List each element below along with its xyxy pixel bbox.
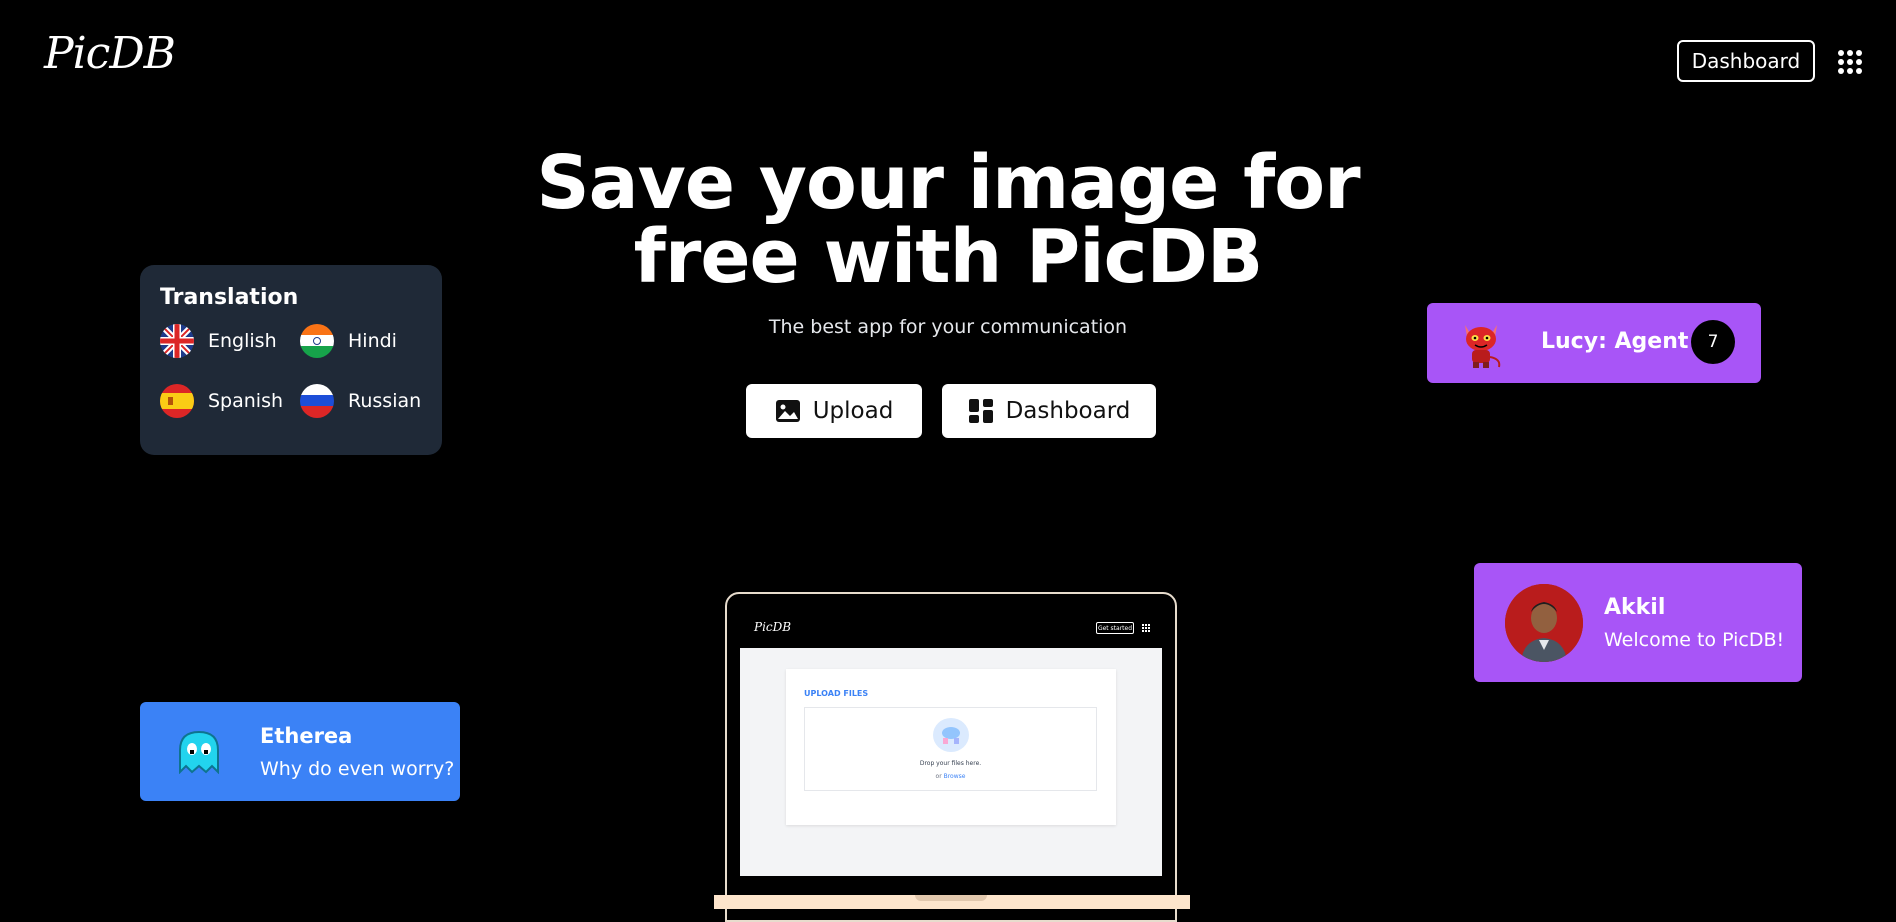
akkil-avatar — [1505, 584, 1583, 662]
preview-browse: or Browse — [805, 773, 1096, 780]
preview-browse-link: Browse — [943, 773, 966, 780]
uk-flag-icon — [160, 324, 194, 358]
laptop-notch — [915, 895, 987, 901]
language-hindi[interactable]: Hindi — [300, 324, 430, 358]
laptop-preview: PicDB Get started UPLOAD FILES Drop your… — [725, 592, 1177, 922]
etherea-message-card[interactable]: Etherea Why do even worry? — [140, 702, 460, 801]
language-label: English — [208, 330, 277, 352]
preview-dropzone: Drop your files here. or Browse — [804, 707, 1097, 791]
ghost-avatar-icon — [179, 730, 219, 774]
preview-drop-text: Drop your files here. — [919, 760, 982, 767]
lucy-agent-card[interactable]: Lucy: Agent 7 — [1427, 303, 1761, 383]
upload-button-label: Upload — [812, 398, 894, 424]
preview-get-started-button: Get started — [1096, 622, 1134, 634]
upload-cloud-icon — [933, 718, 969, 752]
preview-grid-icon — [1142, 624, 1150, 632]
language-label: Spanish — [208, 390, 284, 412]
preview-upload-card: UPLOAD FILES Drop your files here. or Br… — [786, 669, 1116, 825]
etherea-message: Why do even worry? — [260, 758, 455, 780]
language-spanish[interactable]: Spanish — [160, 384, 300, 418]
akkil-message: Welcome to PicDB! — [1604, 629, 1785, 651]
akkil-message-card[interactable]: Akkil Welcome to PicDB! — [1474, 563, 1802, 682]
etherea-name: Etherea — [260, 724, 353, 748]
preview-upload-title: UPLOAD FILES — [804, 689, 869, 698]
grid-icon[interactable] — [1837, 49, 1863, 75]
india-flag-icon — [300, 324, 334, 358]
preview-browse-prefix: or — [935, 773, 942, 780]
preview-screen: UPLOAD FILES Drop your files here. or Br… — [740, 648, 1162, 876]
image-icon — [775, 400, 800, 422]
akkil-name: Akkil — [1604, 595, 1666, 620]
dashboard-button-label: Dashboard — [1005, 398, 1131, 424]
upload-button[interactable]: Upload — [746, 384, 922, 438]
translation-card: Translation English Hindi Spanish Russia… — [140, 265, 442, 455]
language-label: Russian — [348, 390, 422, 412]
russia-flag-icon — [300, 384, 334, 418]
dashboard-icon — [968, 399, 993, 423]
devil-avatar-icon — [1465, 325, 1501, 368]
spain-flag-icon — [160, 384, 194, 418]
logo[interactable]: PicDB — [44, 28, 176, 79]
dashboard-button[interactable]: Dashboard — [942, 384, 1156, 438]
language-label: Hindi — [348, 330, 397, 352]
translation-title: Translation — [160, 285, 299, 310]
header-dashboard-button[interactable]: Dashboard — [1677, 40, 1815, 82]
preview-logo: PicDB — [754, 620, 792, 634]
language-english[interactable]: English — [160, 324, 300, 358]
notification-count-badge: 7 — [1691, 320, 1735, 364]
language-russian[interactable]: Russian — [300, 384, 430, 418]
hero-title-line-1: Save your image for — [536, 140, 1360, 226]
person-avatar-icon — [1505, 584, 1583, 662]
lucy-agent-name: Lucy: Agent — [1541, 329, 1689, 354]
